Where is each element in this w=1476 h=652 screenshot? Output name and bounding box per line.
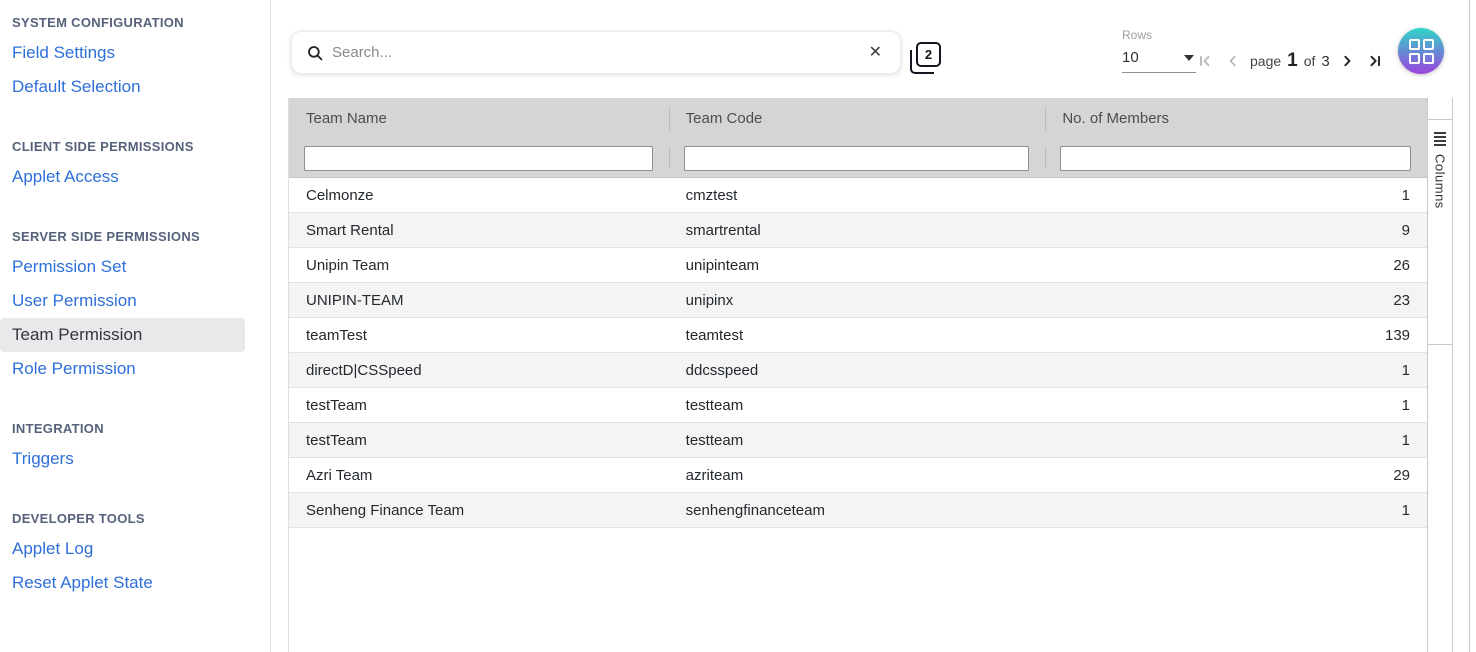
section-header: SERVER SIDE PERMISSIONS xyxy=(12,229,200,244)
sidebar-item-permission-set[interactable]: Permission Set xyxy=(0,250,245,284)
sidebar-section-developer-tools: DEVELOPER TOOLS Applet Log Reset Applet … xyxy=(0,510,270,600)
cell-members: 29 xyxy=(1393,466,1411,484)
cell-members: 1 xyxy=(1401,396,1411,414)
cell-members: 139 xyxy=(1384,326,1411,344)
cell-members: 1 xyxy=(1401,431,1411,449)
cell-team-code: testteam xyxy=(685,396,744,414)
main-content: ✕ 2 Rows 10 page xyxy=(271,0,1476,652)
filter-input-team-code[interactable] xyxy=(683,145,1030,171)
apps-grid-button[interactable] xyxy=(1398,28,1444,74)
cell-members: 1 xyxy=(1401,186,1411,204)
table-row[interactable]: Azri Team azriteam 29 xyxy=(289,458,1427,493)
column-header-no-of-members[interactable]: No. of Members xyxy=(1045,98,1427,139)
panel-right-border xyxy=(1469,0,1470,652)
sidebar-item-user-permission[interactable]: User Permission xyxy=(0,284,245,318)
caret-down-icon xyxy=(1184,54,1194,61)
rows-value: 10 xyxy=(1122,49,1139,66)
columns-lines-icon xyxy=(1434,132,1446,146)
sidebar-item-triggers[interactable]: Triggers xyxy=(0,442,245,476)
table-row[interactable]: testTeam testteam 1 xyxy=(289,388,1427,423)
cell-team-code: unipinx xyxy=(685,291,734,309)
duplicate-view-icon[interactable]: 2 xyxy=(908,40,944,76)
cell-team-name: Smart Rental xyxy=(306,221,394,239)
cell-team-code: ddcsspeed xyxy=(685,361,759,379)
sidebar-section-integration: INTEGRATION Triggers xyxy=(0,420,270,476)
table-row[interactable]: Smart Rental smartrental 9 xyxy=(289,213,1427,248)
next-page-button[interactable] xyxy=(1337,51,1357,71)
cell-team-code: cmztest xyxy=(685,186,738,204)
grid-icon xyxy=(1408,38,1434,64)
cell-team-name: UNIPIN-TEAM xyxy=(306,291,404,309)
sidebar-section-client-side-permissions: CLIENT SIDE PERMISSIONS Applet Access xyxy=(0,138,270,194)
sidebar-item-field-settings[interactable]: Field Settings xyxy=(0,36,245,70)
cell-team-code: teamtest xyxy=(685,326,744,344)
cell-team-name: Celmonze xyxy=(306,186,374,204)
rows-label: Rows xyxy=(1122,28,1153,42)
cell-team-code: smartrental xyxy=(685,221,761,239)
cell-team-name: teamTest xyxy=(306,326,367,344)
table-row[interactable]: directD|CSSpeed ddcsspeed 1 xyxy=(289,353,1427,388)
cell-team-name: testTeam xyxy=(306,431,367,449)
sidebar-section-system-configuration: SYSTEM CONFIGURATION Field Settings Defa… xyxy=(0,14,270,104)
columns-rail: Columns xyxy=(1427,98,1453,652)
table-row[interactable]: testTeam testteam 1 xyxy=(289,423,1427,458)
duplicate-number: 2 xyxy=(916,42,941,67)
sidebar-item-role-permission[interactable]: Role Permission xyxy=(0,352,245,386)
filter-input-team-name[interactable] xyxy=(304,145,653,171)
current-page: 1 xyxy=(1287,50,1298,71)
cell-team-name: testTeam xyxy=(306,396,367,414)
section-header: SYSTEM CONFIGURATION xyxy=(12,15,184,30)
search-icon xyxy=(308,45,323,60)
cell-team-code: senhengfinanceteam xyxy=(685,501,825,519)
sidebar-item-applet-log[interactable]: Applet Log xyxy=(0,532,245,566)
search-input[interactable] xyxy=(332,44,865,61)
app-root: SYSTEM CONFIGURATION Field Settings Defa… xyxy=(0,0,1476,652)
sidebar-item-default-selection[interactable]: Default Selection xyxy=(0,70,245,104)
teams-table: Team Name Team Code No. of Members Celmo… xyxy=(288,98,1427,652)
table-row[interactable]: UNIPIN-TEAM unipinx 23 xyxy=(289,283,1427,318)
previous-page-button[interactable] xyxy=(1223,51,1243,71)
cell-team-name: Unipin Team xyxy=(306,256,390,274)
cell-members: 9 xyxy=(1401,221,1411,239)
sidebar: SYSTEM CONFIGURATION Field Settings Defa… xyxy=(0,0,271,652)
rows-per-page-select[interactable]: Rows 10 xyxy=(1122,28,1196,73)
filter-input-no-of-members[interactable] xyxy=(1060,145,1412,171)
cell-team-code: testteam xyxy=(685,431,744,449)
total-pages: 3 xyxy=(1321,53,1330,70)
cell-members: 23 xyxy=(1393,291,1411,309)
section-header: CLIENT SIDE PERMISSIONS xyxy=(12,139,194,154)
columns-tab-label: Columns xyxy=(1432,154,1448,209)
cell-team-code: unipinteam xyxy=(685,256,760,274)
pagination: page 1 of 3 xyxy=(1196,45,1384,77)
cell-team-name: Azri Team xyxy=(306,466,373,484)
page-word: page xyxy=(1250,53,1282,69)
columns-tab[interactable]: Columns xyxy=(1428,119,1452,345)
table-row[interactable]: Senheng Finance Team senhengfinanceteam … xyxy=(289,493,1427,528)
sidebar-section-server-side-permissions: SERVER SIDE PERMISSIONS Permission Set U… xyxy=(0,228,270,386)
table-header-row: Team Name Team Code No. of Members xyxy=(289,98,1427,139)
cell-team-name: Senheng Finance Team xyxy=(306,501,465,519)
table-row[interactable]: teamTest teamtest 139 xyxy=(289,318,1427,353)
of-word: of xyxy=(1303,53,1316,69)
cell-members: 1 xyxy=(1401,361,1411,379)
search-box[interactable]: ✕ xyxy=(291,31,901,74)
table-row[interactable]: Celmonze cmztest 1 xyxy=(289,178,1427,213)
clear-search-icon[interactable]: ✕ xyxy=(865,43,886,63)
column-header-team-code[interactable]: Team Code xyxy=(668,98,1046,139)
table-row[interactable]: Unipin Team unipinteam 26 xyxy=(289,248,1427,283)
sidebar-item-applet-access[interactable]: Applet Access xyxy=(0,160,245,194)
section-header: INTEGRATION xyxy=(12,421,104,436)
section-header: DEVELOPER TOOLS xyxy=(12,511,145,526)
cell-members: 26 xyxy=(1393,256,1411,274)
table-filter-row xyxy=(289,139,1427,178)
column-header-team-name[interactable]: Team Name xyxy=(289,98,669,139)
first-page-button[interactable] xyxy=(1196,51,1216,71)
cell-members: 1 xyxy=(1401,501,1411,519)
last-page-button[interactable] xyxy=(1364,51,1384,71)
sidebar-item-team-permission[interactable]: Team Permission xyxy=(0,318,245,352)
page-indicator: page 1 of 3 xyxy=(1250,50,1330,72)
cell-team-code: azriteam xyxy=(685,466,744,484)
sidebar-item-reset-applet-state[interactable]: Reset Applet State xyxy=(0,566,245,600)
cell-team-name: directD|CSSpeed xyxy=(306,361,422,379)
